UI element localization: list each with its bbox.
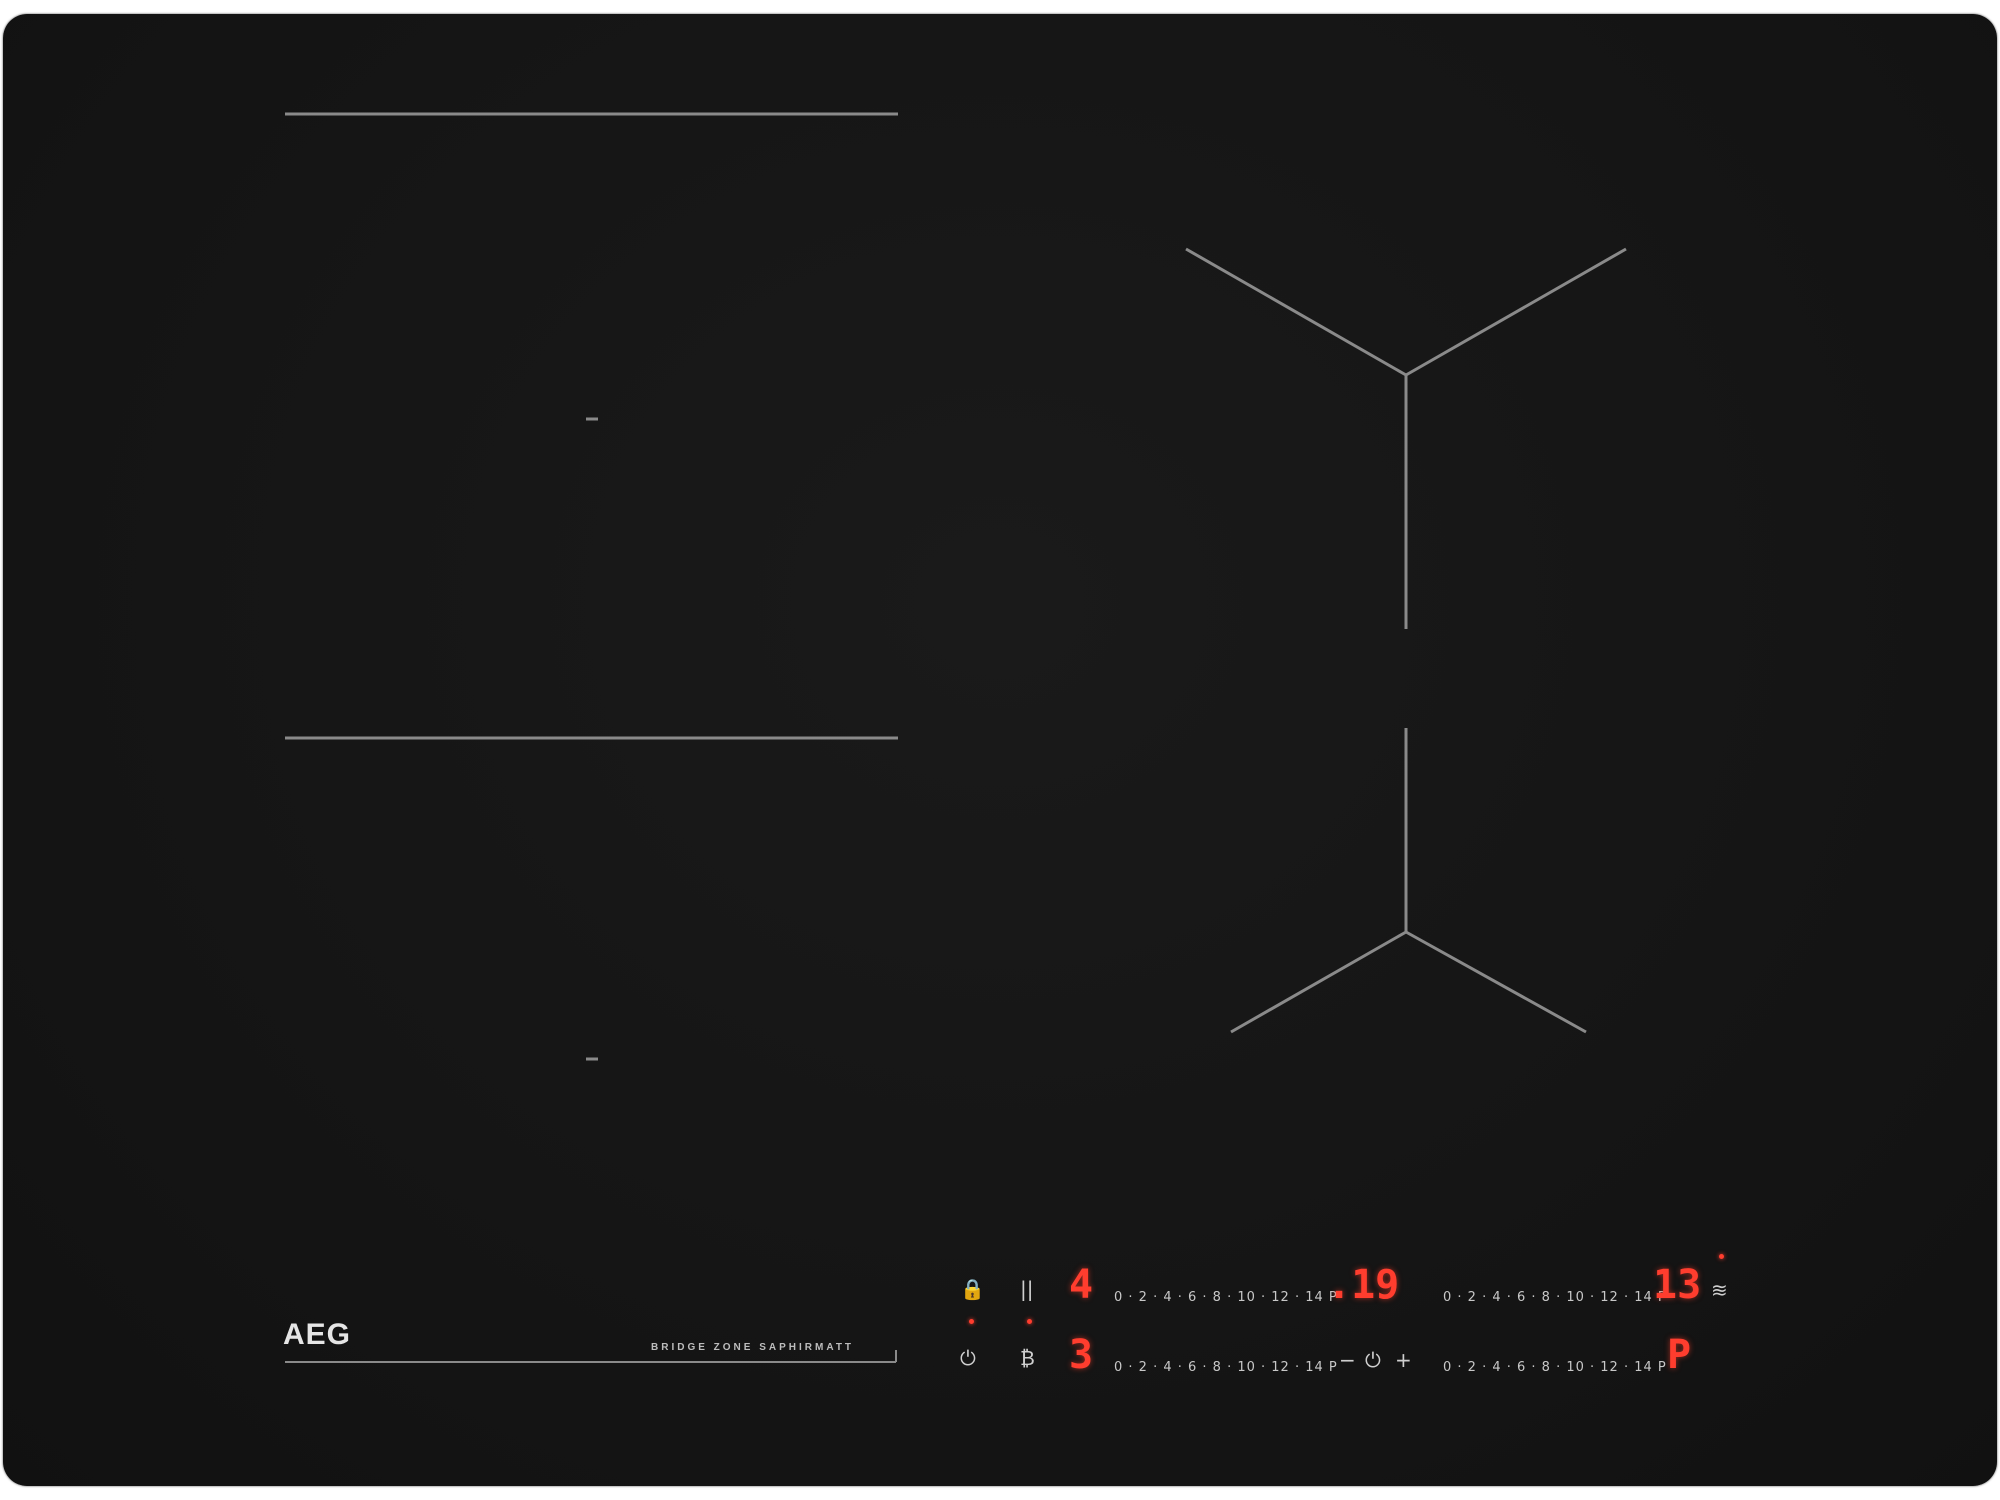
zone-marker-rear-right bbox=[1185, 247, 1627, 629]
lock-icon[interactable]: 🔒 bbox=[960, 1277, 985, 1301]
zone-slider-rear-left[interactable]: 0 · 2 · 4 · 6 · 8 · 10 · 12 · 14 P bbox=[1114, 1360, 1338, 1375]
series-label: BRIDGE ZONE SAPHIRMATT bbox=[651, 1342, 855, 1353]
zone-display-front-right: 13 bbox=[1653, 1262, 1702, 1308]
timer-display: .19 bbox=[1327, 1262, 1400, 1308]
zone-marker-front-right bbox=[1230, 728, 1587, 1034]
indicator-dot bbox=[1719, 1254, 1724, 1259]
zone-slider-rear-right[interactable]: 0 · 2 · 4 · 6 · 8 · 10 · 12 · 14 P bbox=[1443, 1360, 1667, 1375]
pause-icon[interactable]: || bbox=[1020, 1277, 1033, 1301]
zone-display-rear-left: 3 bbox=[1069, 1332, 1094, 1378]
zone-slider-front-left[interactable]: 0 · 2 · 4 · 6 · 8 · 10 · 12 · 14 P bbox=[1114, 1290, 1338, 1305]
zone-slider-front-right[interactable]: 0 · 2 · 4 · 6 · 8 · 10 · 12 · 14 P bbox=[1443, 1290, 1667, 1305]
zone-display-front-left: 4 bbox=[1069, 1262, 1094, 1308]
power-icon[interactable]: ⏻ bbox=[960, 1346, 976, 1370]
timer-plus-button[interactable]: + bbox=[1395, 1348, 1412, 1372]
timer-minus-button[interactable]: − bbox=[1339, 1348, 1356, 1372]
timer-icon[interactable]: ⏻ bbox=[1365, 1348, 1381, 1372]
indicator-dot bbox=[1027, 1319, 1032, 1324]
cooktop-glass: AEG BRIDGE ZONE SAPHIRMATT 🔒 || ⏻ ₿ 4 0 … bbox=[3, 14, 1997, 1486]
hob2hood-icon[interactable]: ₿ bbox=[1020, 1346, 1035, 1371]
zone-display-rear-right: P bbox=[1667, 1332, 1692, 1378]
indicator-dot bbox=[969, 1319, 974, 1324]
brand-logo: AEG bbox=[283, 1318, 352, 1351]
bridge-icon[interactable]: ≋ bbox=[1711, 1278, 1728, 1302]
